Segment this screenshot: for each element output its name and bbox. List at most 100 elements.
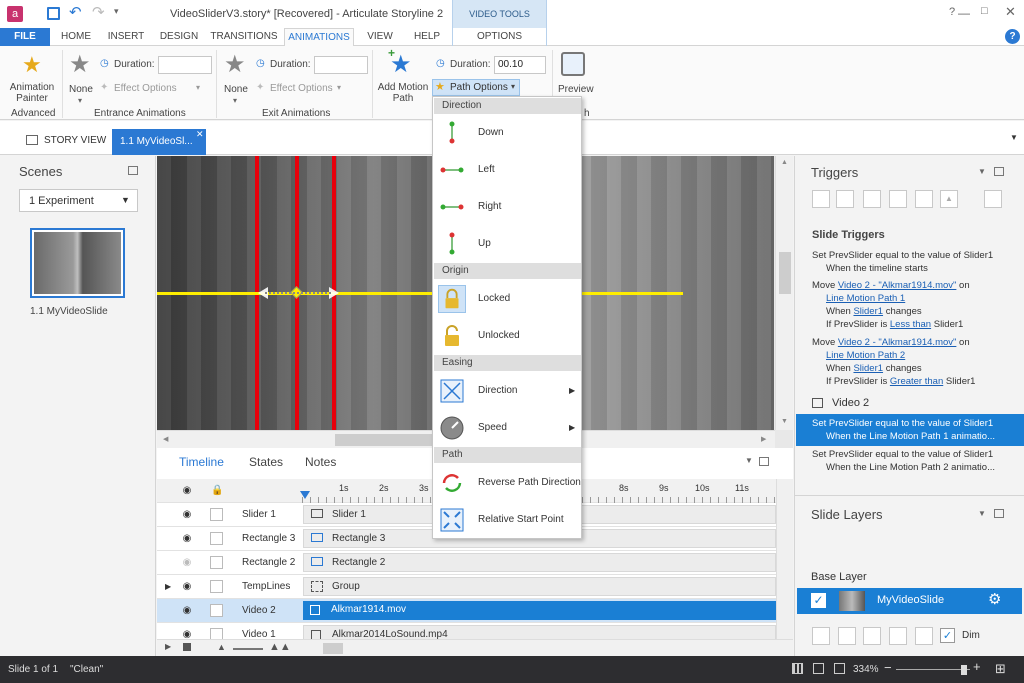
slide-sorter-icon[interactable]: [813, 663, 824, 674]
preview-button[interactable]: Preview: [556, 50, 594, 100]
timeline-hscroll-thumb[interactable]: [323, 643, 343, 654]
zoom-level[interactable]: 334%: [853, 664, 879, 675]
dim-checkbox[interactable]: ✓: [940, 628, 955, 643]
row-eye-icon[interactable]: ◉: [181, 599, 193, 623]
timeline-zoom-slider[interactable]: [233, 648, 263, 650]
stage-vertical-scrollbar[interactable]: ▲ ▼: [775, 156, 793, 430]
tab-animations[interactable]: ANIMATIONS: [284, 28, 354, 47]
fit-window-icon[interactable]: ⊞: [995, 661, 1006, 677]
exit-duration-input[interactable]: [314, 56, 368, 74]
timeline-row[interactable]: ▶ ◉ TempLines Group: [157, 575, 776, 599]
row-eye-icon[interactable]: ◉: [181, 527, 193, 551]
trigger-slider-link[interactable]: Slider1: [853, 306, 883, 317]
app-icon[interactable]: a: [7, 6, 23, 22]
help-circle-icon[interactable]: ?: [1005, 29, 1020, 44]
timeline-float-icon[interactable]: [759, 457, 769, 466]
trigger-2-line-3[interactable]: When Slider1 changes: [826, 305, 922, 318]
layers-collapse-icon[interactable]: ▼: [978, 509, 986, 518]
trigger-5-line-2[interactable]: When the Line Motion Path 2 animatio...: [826, 461, 995, 474]
trigger-5-line-1[interactable]: Set PrevSlider equal to the value of Sli…: [812, 448, 993, 461]
layers-float-icon[interactable]: [994, 509, 1004, 518]
timeline-play-icon[interactable]: ▶: [165, 642, 171, 651]
menu-item-reverse-path[interactable]: Reverse Path Direction: [434, 465, 581, 501]
trigger-2-line-4[interactable]: If PrevSlider is Less than Slider1: [826, 318, 963, 331]
menu-item-locked[interactable]: Locked: [434, 281, 581, 317]
edit-trigger-button[interactable]: [836, 190, 854, 208]
menu-item-speed[interactable]: Speed ▶: [434, 410, 581, 446]
trigger-4-line-1[interactable]: Set PrevSlider equal to the value of Sli…: [812, 417, 993, 430]
motion-path-line[interactable]: [157, 292, 683, 295]
animation-painter-button[interactable]: ★ Animation Painter: [6, 50, 58, 106]
copy-trigger-button[interactable]: [863, 190, 881, 208]
trigger-3-line-2[interactable]: Line Motion Path 2: [826, 349, 905, 362]
row-bar[interactable]: Alkmar1914.mov: [303, 601, 776, 620]
vscroll-thumb[interactable]: [779, 252, 791, 294]
trigger-path-link[interactable]: Line Motion Path 1: [826, 293, 905, 304]
close-tab-icon[interactable]: ✕: [196, 129, 204, 140]
expand-group-icon[interactable]: ▶: [165, 575, 171, 599]
menu-item-up[interactable]: Up: [434, 226, 581, 262]
triggers-float-icon[interactable]: [994, 167, 1004, 176]
tab-transitions[interactable]: TRANSITIONS: [208, 28, 280, 46]
entrance-none-button[interactable]: ★ None ▾: [66, 50, 96, 106]
trigger-1-line-2[interactable]: When the timeline starts: [826, 262, 928, 275]
row-lock-checkbox[interactable]: [210, 532, 223, 545]
duplicate-layer-button[interactable]: [838, 627, 856, 645]
scenes-float-icon[interactable]: [128, 166, 138, 175]
hscroll-left-icon[interactable]: ◀: [163, 435, 168, 443]
tab-home[interactable]: HOME: [56, 28, 96, 46]
zoom-slider-track[interactable]: [896, 669, 970, 670]
trigger-condition-link[interactable]: Less than: [890, 319, 931, 330]
timeline-row-selected[interactable]: ◉ Video 2 Alkmar1914.mov: [157, 599, 776, 623]
timeline-vertical-scrollbar[interactable]: [776, 479, 793, 639]
slide-tab-active[interactable]: 1.1 MyVideoSl... ✕: [112, 129, 206, 155]
row-eye-icon[interactable]: ◉: [181, 551, 193, 575]
tab-help[interactable]: HELP: [406, 28, 448, 46]
timeline-collapse-icon[interactable]: ▼: [745, 456, 753, 465]
timeline-stop-icon[interactable]: [183, 643, 191, 651]
delete-layer-button[interactable]: [915, 627, 933, 645]
row-lock-checkbox[interactable]: [210, 580, 223, 593]
tab-file[interactable]: FILE: [0, 28, 50, 46]
layer-settings-gear-icon[interactable]: ⚙: [988, 590, 1001, 608]
trigger-3-line-4[interactable]: If PrevSlider is Greater than Slider1: [826, 375, 975, 388]
tab-insert[interactable]: INSERT: [104, 28, 148, 46]
paste-trigger-button[interactable]: [889, 190, 907, 208]
row-lock-checkbox[interactable]: [210, 556, 223, 569]
states-tab[interactable]: States: [249, 455, 283, 469]
row-bar[interactable]: Group: [303, 577, 776, 596]
entrance-effect-options[interactable]: Effect Options: [114, 83, 177, 94]
close-button[interactable]: ✕: [1005, 4, 1016, 20]
zoom-in-icon[interactable]: +: [973, 659, 981, 674]
redo-icon[interactable]: ↷: [92, 3, 105, 21]
fit-view-icon[interactable]: [834, 663, 845, 674]
trigger-3-line-3[interactable]: When Slider1 changes: [826, 362, 922, 375]
notes-tab[interactable]: Notes: [305, 455, 336, 469]
row-lock-checkbox[interactable]: [210, 604, 223, 617]
normal-view-icon[interactable]: [792, 663, 803, 674]
motion-duration-input[interactable]: 00.10: [494, 56, 546, 74]
maximize-button[interactable]: □: [981, 5, 988, 17]
hscroll-right-icon[interactable]: ▶: [761, 435, 766, 443]
path-options-button[interactable]: ★ Path Options ▾: [432, 79, 520, 96]
trigger-slider-link[interactable]: Slider1: [853, 363, 883, 374]
vscroll-up-icon[interactable]: ▲: [781, 159, 788, 166]
timeline-zoom-out-icon[interactable]: ▲: [217, 642, 226, 652]
layer-visible-checkbox[interactable]: ✓: [811, 593, 826, 608]
zoom-slider-thumb[interactable]: [961, 665, 967, 675]
zoom-out-icon[interactable]: −: [884, 660, 892, 675]
row-eye-icon[interactable]: ◉: [181, 503, 193, 527]
variables-button[interactable]: [984, 190, 1002, 208]
save-icon[interactable]: [47, 7, 60, 20]
doc-tab-dropdown-icon[interactable]: ▼: [1010, 133, 1018, 142]
row-lock-checkbox[interactable]: [210, 508, 223, 521]
menu-item-left[interactable]: Left: [434, 152, 581, 188]
tab-design[interactable]: DESIGN: [156, 28, 202, 46]
qat-dropdown-icon[interactable]: ▾: [114, 6, 119, 17]
trigger-3-line-1[interactable]: Move Video 2 - "Alkmar1914.mov" on: [812, 336, 970, 349]
row-eye-icon[interactable]: ◉: [181, 575, 193, 599]
trigger-path-link[interactable]: Line Motion Path 2: [826, 350, 905, 361]
base-layer-row[interactable]: ✓ MyVideoSlide ⚙: [797, 588, 1022, 614]
timeline-row[interactable]: ◉ Rectangle 2 Rectangle 2: [157, 551, 776, 575]
trigger-2-line-1[interactable]: Move Video 2 - "Alkmar1914.mov" on: [812, 279, 970, 292]
